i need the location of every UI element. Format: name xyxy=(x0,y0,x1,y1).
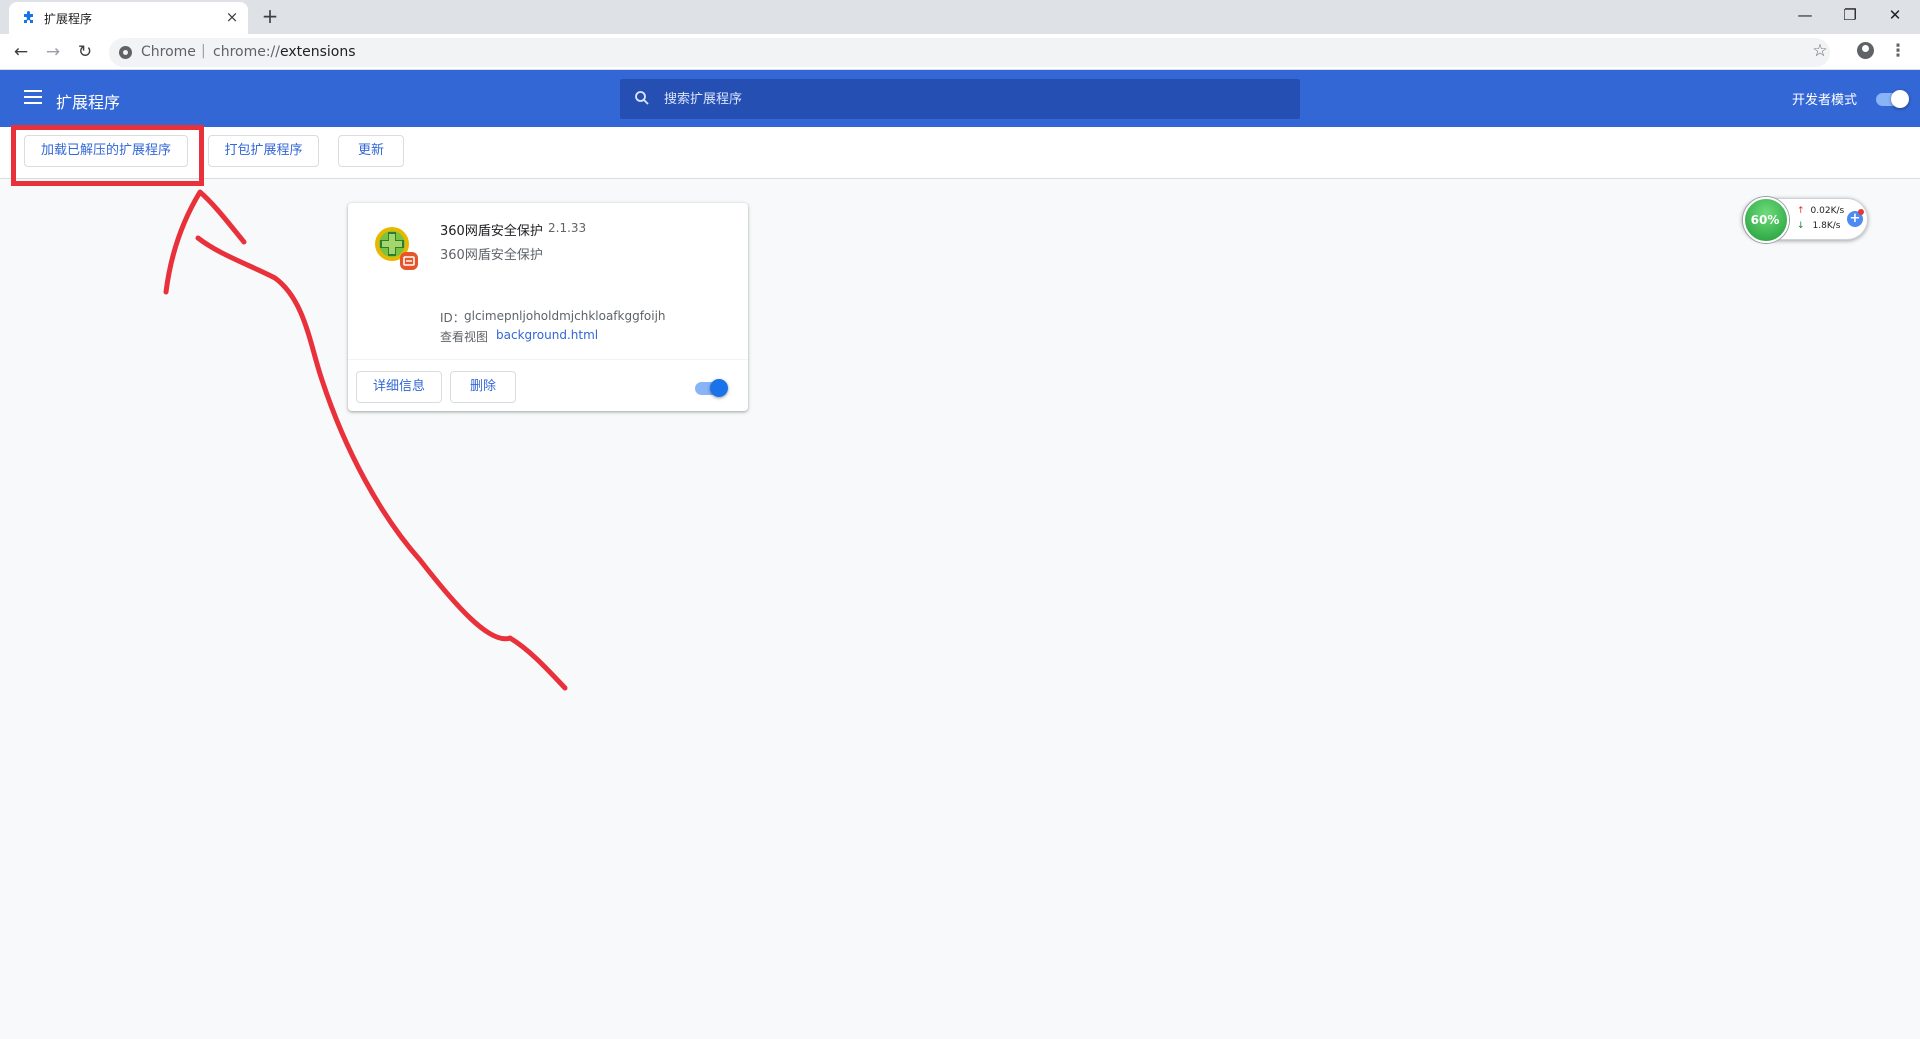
search-input[interactable] xyxy=(664,89,1264,109)
inspect-views-label: 查看视图 xyxy=(440,330,489,344)
search-box[interactable] xyxy=(620,79,1300,119)
search-icon xyxy=(635,91,649,105)
extension-id-label: ID： xyxy=(440,311,465,325)
extension-description: 360网盾安全保护 xyxy=(440,248,543,263)
bookmark-star-icon[interactable]: ☆ xyxy=(1808,39,1832,63)
extensions-header: 扩展程序 开发者模式 xyxy=(0,70,1920,127)
extension-card: 360网盾安全保护 2.1.33 360网盾安全保护 ID： glcimepnl… xyxy=(348,203,748,411)
tab-strip: 扩展程序 × + — ❐ ✕ xyxy=(0,0,1920,34)
download-speed: ↓ 1.8K/s xyxy=(1797,221,1840,231)
tab-title: 扩展程序 xyxy=(44,12,93,26)
developer-mode-label: 开发者模式 xyxy=(1792,93,1858,108)
hamburger-menu-icon[interactable] xyxy=(24,90,42,104)
extension-id: glcimepnljoholdmjchkloafkggfoijh xyxy=(464,309,666,323)
puzzle-icon xyxy=(24,11,33,23)
highlight-box xyxy=(11,125,204,186)
new-tab-button[interactable]: + xyxy=(259,5,281,27)
upload-speed: ↑ 0.02K/s xyxy=(1797,206,1844,216)
extension-enable-toggle[interactable] xyxy=(695,379,729,397)
memory-percent: 60% xyxy=(1750,213,1780,227)
page-title: 扩展程序 xyxy=(56,93,121,112)
forward-arrow-icon[interactable]: → xyxy=(42,41,64,63)
url-path: extensions xyxy=(280,44,356,60)
extension-name: 360网盾安全保护 xyxy=(440,224,543,239)
tab-close-icon[interactable]: × xyxy=(223,8,241,26)
action-bar: 加载已解压的扩展程序 打包扩展程序 更新 xyxy=(0,127,1920,179)
accelerate-plus-icon[interactable]: + xyxy=(1847,209,1864,227)
details-button[interactable]: 详细信息 xyxy=(356,371,442,403)
omnibox-chrome-label: Chrome xyxy=(141,44,196,60)
extension-version: 2.1.33 xyxy=(548,221,587,235)
pack-extension-button[interactable]: 打包扩展程序 xyxy=(208,135,319,167)
back-arrow-icon[interactable]: ← xyxy=(10,41,32,63)
url-scheme: chrome:// xyxy=(213,44,280,60)
download-arrow-icon: ↓ xyxy=(1797,221,1805,231)
url-text: chrome://extensions xyxy=(213,44,356,60)
browser-toolbar: ← → ↻ Chrome | chrome://extensions xyxy=(0,34,1920,70)
developer-mode-toggle[interactable] xyxy=(1876,90,1909,108)
close-window-button[interactable]: ✕ xyxy=(1880,4,1910,26)
tab-extensions[interactable]: 扩展程序 × xyxy=(9,2,248,34)
upload-arrow-icon: ↑ xyxy=(1797,206,1805,216)
restore-button[interactable]: ❐ xyxy=(1835,4,1865,26)
address-bar[interactable]: Chrome | chrome://extensions xyxy=(109,38,1830,67)
download-speed-value: 1.8K/s xyxy=(1812,221,1841,231)
omnibox-separator: | xyxy=(201,43,206,59)
360-shield-icon xyxy=(375,227,418,270)
reload-icon[interactable]: ↻ xyxy=(74,41,96,63)
remove-button[interactable]: 删除 xyxy=(450,371,516,403)
update-button[interactable]: 更新 xyxy=(338,135,404,167)
more-menu-icon[interactable]: ⋮ xyxy=(1888,39,1908,63)
background-page-link[interactable]: background.html xyxy=(496,328,598,342)
account-icon[interactable] xyxy=(1857,42,1874,59)
card-divider xyxy=(348,359,748,360)
network-speed-widget[interactable]: 60% ↑ 0.02K/s ↓ 1.8K/s + xyxy=(1742,197,1868,243)
upload-speed-value: 0.02K/s xyxy=(1810,206,1845,216)
minimize-button[interactable]: — xyxy=(1790,4,1820,26)
chrome-icon xyxy=(119,46,132,59)
